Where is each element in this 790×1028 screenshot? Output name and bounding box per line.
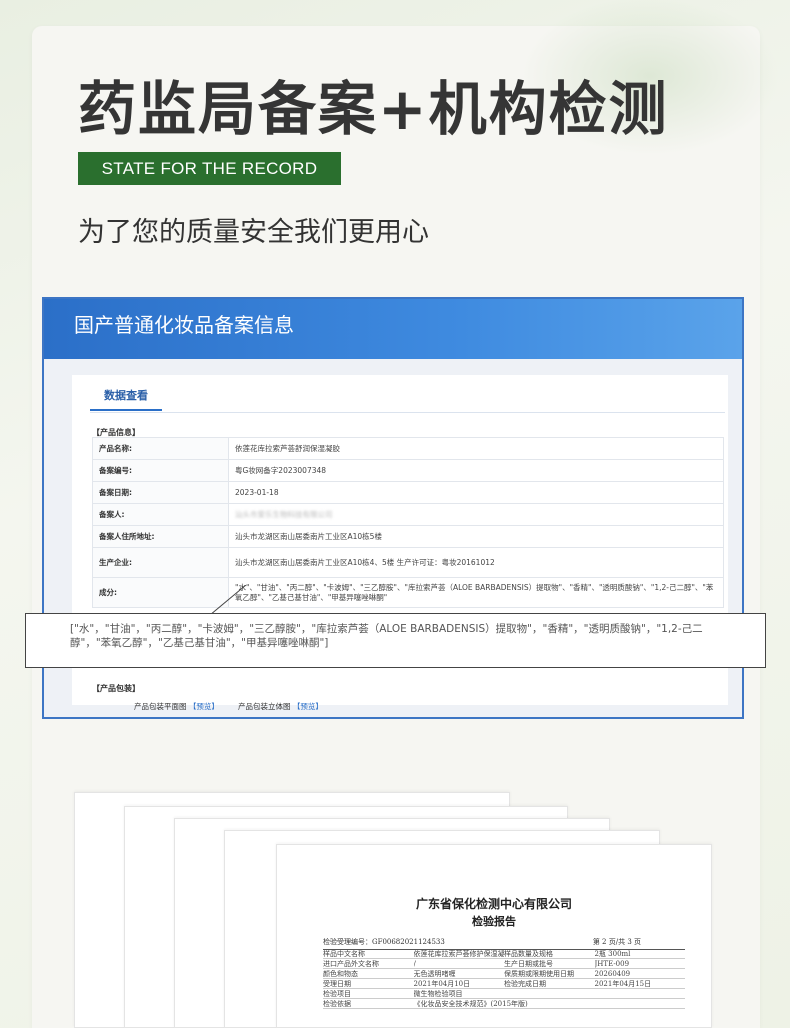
record-tag: STATE FOR THE RECORD — [78, 152, 341, 185]
table-row: 成分: "水"、"甘油"、"丙二醇"、"卡波姆"、"三乙醇胺"、"库拉索芦荟（AL… — [92, 577, 724, 608]
report-number: 检验受理编号：GF00682021124533 — [323, 938, 445, 946]
report-table: 样品中文名称 依莲花库拉索芦荟修护保湿凝胶 样品数量及规格 2瓶 300ml 进口产品… — [323, 949, 685, 1009]
report-company: 广东省保化检测中心有限公司 — [415, 897, 572, 911]
table-row: 检验项目 微生物检验项目 — [323, 989, 685, 999]
section-pack-title: 【产品包装】 — [92, 684, 140, 693]
pack-links: 产品包装平面图 【预览】 产品包装立体图 【预览】 — [134, 702, 323, 711]
table-row: 备案人住所地址: 汕头市龙湖区南山居委南片工业区A10栋5楼 — [92, 525, 724, 548]
tab-data-view[interactable]: 数据查看 — [90, 387, 162, 411]
report-sheet-front: 广东省保化检测中心有限公司 检验报告 检验受理编号：GF006820211245… — [276, 844, 712, 1028]
tab-bar: 数据查看 — [90, 387, 725, 413]
panel-title: 国产普通化妆品备案信息 — [44, 299, 742, 359]
table-row: 备案编号: 粤G妆网备字2023007348 — [92, 459, 724, 482]
table-row: 生产企业: 汕头市龙湖区南山居委南片工业区A10栋4、5楼 生产许可证：粤妆201… — [92, 547, 724, 578]
table-row: 颜色和物态 无色透明啫喱 保质期或限期使用日期 20260409 — [323, 969, 685, 979]
table-row: 产品名称: 依莲花库拉索芦荟舒润保湿凝胶 — [92, 437, 724, 460]
callout-pointer — [209, 585, 247, 615]
table-row: 进口产品外文名称 / 生产日期或批号 JHTE-009 — [323, 959, 685, 969]
report-title: 检验报告 — [472, 915, 516, 928]
ingredient-callout: ["水"，"甘油"，"丙二醇"，"卡波姆"，"三乙醇胺"，"库拉索芦荟（ALOE… — [25, 613, 766, 668]
preview-flat-link[interactable]: 【预览】 — [189, 702, 219, 711]
subline: 为了您的质量安全我们更用心 — [78, 217, 429, 248]
headline: 药监局备案+机构检测 — [78, 75, 669, 143]
table-row: 样品中文名称 依莲花库拉索芦荟修护保湿凝胶 样品数量及规格 2瓶 300ml — [323, 949, 685, 959]
table-row: 受理日期 2021年04月10日 检验完成日期 2021年04月15日 — [323, 979, 685, 989]
table-row: 备案人: 汕头市爱乐生物科技有限公司 — [92, 503, 724, 526]
table-row: 备案日期: 2023-01-18 — [92, 481, 724, 504]
report-page: 第 2 页/共 3 页 — [592, 938, 641, 946]
table-row: 检验依据 《化妆品安全技术规范》(2015年版) — [323, 999, 685, 1009]
product-info-table: 产品名称: 依莲花库拉索芦荟舒润保湿凝胶 备案编号: 粤G妆网备字202300734… — [92, 437, 724, 608]
preview-3d-link[interactable]: 【预览】 — [293, 702, 323, 711]
